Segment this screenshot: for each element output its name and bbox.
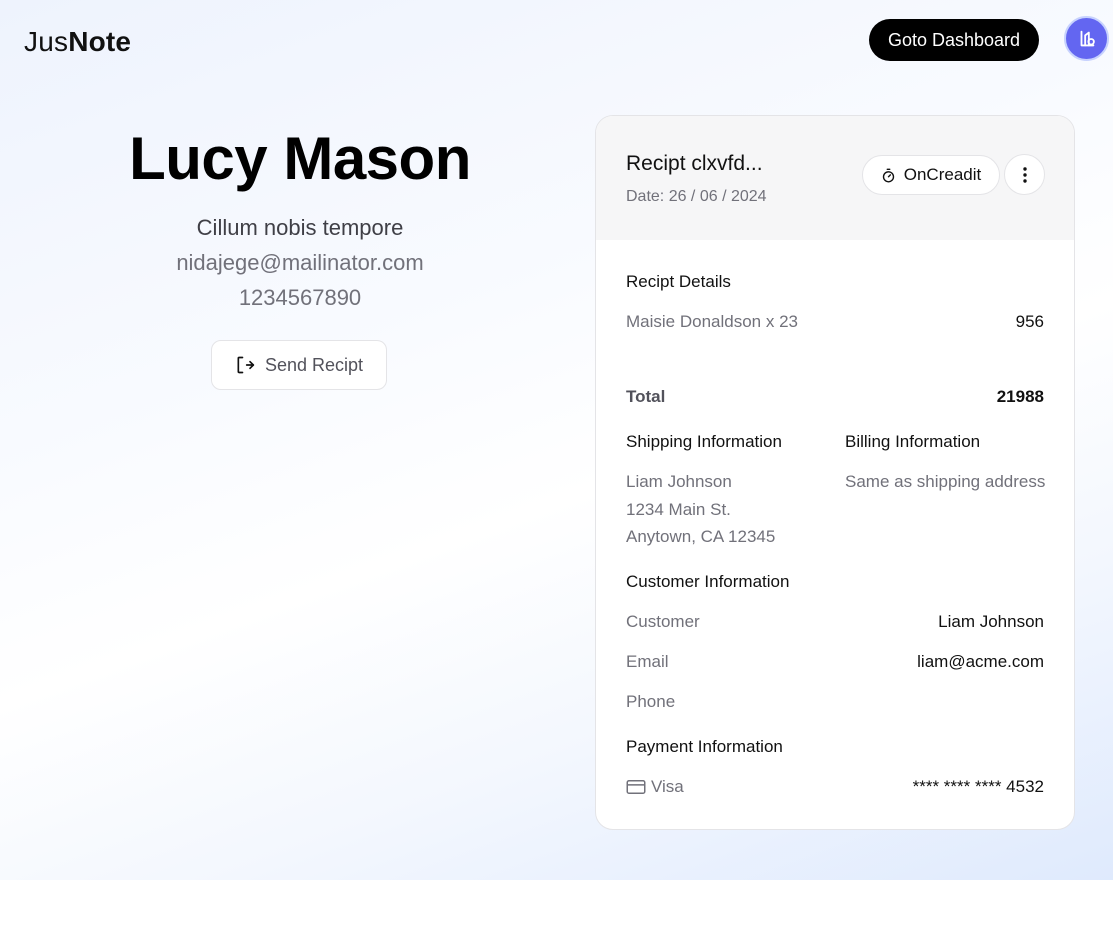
status-button[interactable]: OnCreadit <box>862 155 1000 195</box>
receipt-card-header: Recipt clxvfd... Date: 26 / 06 / 2024 On… <box>596 116 1074 240</box>
shipping-address: Liam Johnson 1234 Main St. Anytown, CA 1… <box>626 468 775 551</box>
customer-info-title: Customer Information <box>626 572 790 591</box>
receipt-card: Recipt clxvfd... Date: 26 / 06 / 2024 On… <box>595 115 1075 830</box>
profile-subtitle: Cillum nobis tempore <box>196 215 404 240</box>
user-logo-icon <box>1080 30 1095 46</box>
shipping-info-title: Shipping Information <box>626 432 782 451</box>
logo-bold-text: Note <box>68 26 132 57</box>
more-vertical-icon <box>1022 166 1027 183</box>
receipt-title: Recipt clxvfd... <box>626 152 763 175</box>
customer-value: Liam Johnson <box>938 612 1044 631</box>
email-label: Email <box>626 652 669 671</box>
profile-section: Lucy Mason Cillum nobis tempore nidajege… <box>100 120 500 315</box>
billing-info-title: Billing Information <box>845 432 981 451</box>
payment-method-label: Visa <box>651 777 684 796</box>
send-receipt-label: Send Recipt <box>264 354 364 375</box>
send-receipt-button[interactable]: Send Recipt <box>211 340 387 390</box>
profile-phone: 1234567890 <box>238 285 362 310</box>
line-item-amount: 956 <box>1015 312 1044 331</box>
card-number: **** **** **** 4532 <box>912 777 1044 796</box>
phone-label: Phone <box>626 692 676 711</box>
app-logo[interactable]: JusNote <box>24 26 131 58</box>
line-item-label: Maisie Donaldson x 23 <box>626 312 798 331</box>
total-value: 21988 <box>996 387 1044 406</box>
shipping-street: 1234 Main St. <box>626 499 731 519</box>
payment-info-title: Payment Information <box>626 737 783 756</box>
profile-email: nidajege@mailinator.com <box>176 250 424 275</box>
email-value[interactable]: liam@acme.com <box>917 652 1044 672</box>
logout-arrow-icon <box>237 356 255 374</box>
shipping-name: Liam Johnson <box>626 472 732 491</box>
timer-icon <box>882 168 894 182</box>
receipt-date: Date: 26 / 06 / 2024 <box>626 188 767 205</box>
payment-method: Visa <box>626 777 684 797</box>
profile-name: Lucy Mason <box>129 125 471 192</box>
more-options-button[interactable] <box>1004 154 1045 195</box>
total-label: Total <box>626 387 666 406</box>
shipping-city: Anytown, CA 12345 <box>626 527 776 546</box>
logo-light-text: Jus <box>24 26 69 57</box>
status-label: OnCreadit <box>903 165 982 184</box>
goto-dashboard-button[interactable]: Goto Dashboard <box>869 19 1039 61</box>
billing-text: Same as shipping address <box>845 472 1046 491</box>
customer-label: Customer <box>626 612 700 631</box>
credit-card-icon <box>626 780 646 794</box>
avatar[interactable] <box>1064 16 1109 61</box>
receipt-details-title: Recipt Details <box>626 272 731 291</box>
